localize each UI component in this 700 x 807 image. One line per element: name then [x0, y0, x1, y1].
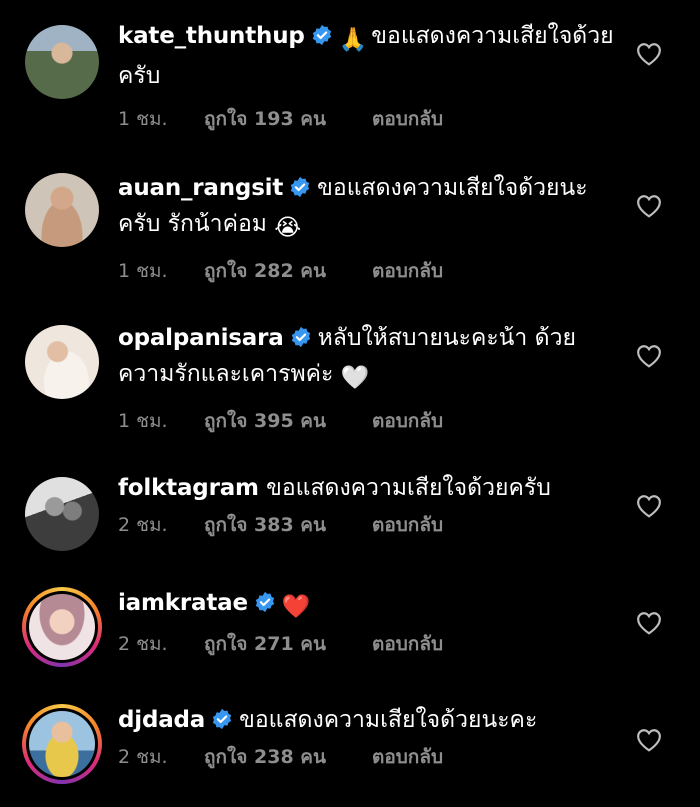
like-heart-icon[interactable]	[636, 194, 662, 218]
username[interactable]: iamkratae	[118, 590, 248, 616]
avatar-story-ring[interactable]	[22, 704, 102, 784]
white-heart-emoji: 🤍	[340, 365, 370, 391]
avatar-image	[29, 711, 95, 777]
reply-button[interactable]: ตอบกลับ	[372, 510, 443, 540]
avatar[interactable]	[22, 474, 102, 554]
avatar[interactable]	[22, 22, 102, 102]
like-heart-icon[interactable]	[636, 42, 662, 66]
avatar[interactable]	[22, 170, 102, 250]
likes-count[interactable]: ถูกใจ 395 คน	[204, 406, 372, 436]
verified-badge-icon	[312, 24, 331, 46]
reply-button[interactable]: ตอบกลับ	[372, 104, 443, 134]
avatar-image	[25, 173, 99, 247]
verified-badge-icon	[255, 591, 275, 613]
verified-badge-icon	[291, 176, 310, 198]
likes-count[interactable]: ถูกใจ 271 คน	[204, 629, 372, 659]
username[interactable]: auan_rangsit	[118, 175, 283, 201]
reply-button[interactable]: ตอบกลับ	[372, 742, 443, 772]
like-heart-icon[interactable]	[636, 728, 662, 752]
avatar[interactable]	[22, 322, 102, 402]
comment-text: ขอแสดงความเสียใจด้วยนะคะ	[239, 707, 538, 733]
comment-time[interactable]: 2 ชม.	[118, 629, 204, 659]
verified-badge-icon	[291, 326, 310, 348]
comment-text: ขอแสดงความเสียใจด้วยครับ	[266, 475, 551, 501]
avatar-image	[29, 594, 95, 660]
comments-list: kate_thunthup 🙏 ขอแสดงความเสียใจด้วยครับ 1…	[0, 0, 700, 807]
avatar-image	[25, 477, 99, 551]
avatar-story-ring[interactable]	[22, 587, 102, 667]
reply-button[interactable]: ตอบกลับ	[372, 256, 443, 286]
likes-count[interactable]: ถูกใจ 238 คน	[204, 742, 372, 772]
username[interactable]: folktagram	[118, 475, 259, 501]
comment-time[interactable]: 1 ชม.	[118, 104, 204, 134]
red-heart-emoji: ❤️	[281, 594, 311, 620]
likes-count[interactable]: ถูกใจ 282 คน	[204, 256, 372, 286]
praying-hands-emoji: 🙏	[338, 27, 368, 53]
avatar-image	[25, 325, 99, 399]
username[interactable]: opalpanisara	[118, 325, 284, 351]
reply-button[interactable]: ตอบกลับ	[372, 629, 443, 659]
likes-count[interactable]: ถูกใจ 383 คน	[204, 510, 372, 540]
avatar-image	[25, 25, 99, 99]
username[interactable]: djdada	[118, 707, 205, 733]
like-heart-icon[interactable]	[636, 611, 662, 635]
verified-badge-icon	[212, 708, 232, 730]
username[interactable]: kate_thunthup	[118, 23, 305, 49]
reply-button[interactable]: ตอบกลับ	[372, 406, 443, 436]
comment-time[interactable]: 1 ชม.	[118, 406, 204, 436]
crying-face-emoji: 😭	[274, 215, 302, 241]
likes-count[interactable]: ถูกใจ 193 คน	[204, 104, 372, 134]
like-heart-icon[interactable]	[636, 344, 662, 368]
comment-time[interactable]: 2 ชม.	[118, 510, 204, 540]
comment-time[interactable]: 2 ชม.	[118, 742, 204, 772]
like-heart-icon[interactable]	[636, 494, 662, 518]
comment-time[interactable]: 1 ชม.	[118, 256, 204, 286]
